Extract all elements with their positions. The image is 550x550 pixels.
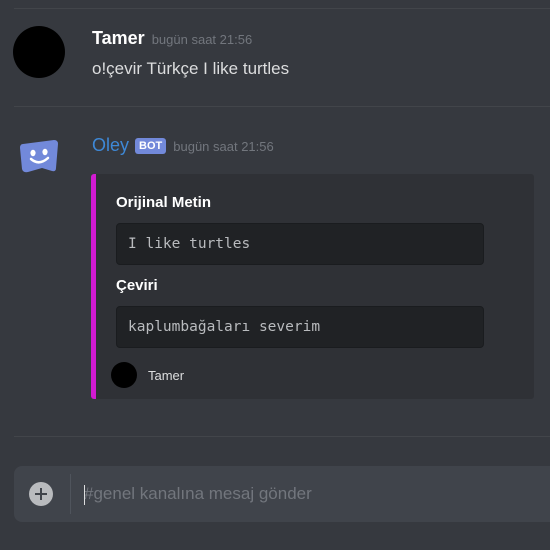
embed-field-name: Çeviri <box>116 277 158 294</box>
plus-circle-icon[interactable] <box>29 482 53 506</box>
message-divider <box>14 436 550 437</box>
text-caret <box>84 485 85 505</box>
embed-footer-text: Tamer <box>148 368 185 383</box>
embed-field-value: kaplumbağaları severim <box>116 306 484 348</box>
chat-view: Tamer bugün saat 21:56 o!çevir Türkçe I … <box>0 0 550 550</box>
bot-badge: BOT <box>135 138 167 154</box>
message-input[interactable] <box>82 476 539 512</box>
embed-field-name: Orijinal Metin <box>116 194 212 211</box>
message-content: o!çevir Türkçe I like turtles <box>92 59 290 78</box>
message-author[interactable]: Tamer <box>92 28 145 49</box>
message-divider <box>14 106 550 107</box>
embed-footer-avatar <box>111 362 137 388</box>
bot-avatar-icon[interactable] <box>18 138 60 174</box>
embed-field-value: I like turtles <box>116 223 484 265</box>
message-divider <box>14 8 550 9</box>
message-embed: Orijinal Metin I like turtles Çeviri kap… <box>91 174 534 399</box>
message-timestamp: bugün saat 21:56 <box>173 139 274 154</box>
composer-separator <box>70 474 71 514</box>
message-author[interactable]: Oley <box>92 135 129 156</box>
message-header: Oley BOT bugün saat 21:56 <box>92 135 274 156</box>
message-composer <box>14 466 550 522</box>
message-header: Tamer bugün saat 21:56 <box>92 28 252 49</box>
message-timestamp: bugün saat 21:56 <box>151 32 253 47</box>
user-avatar[interactable] <box>13 26 65 78</box>
